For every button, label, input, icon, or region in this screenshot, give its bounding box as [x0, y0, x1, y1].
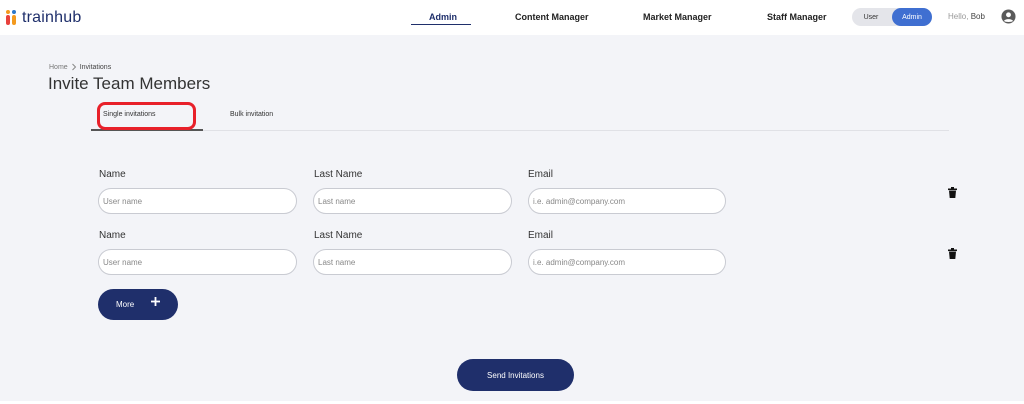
nav-item-admin[interactable]: Admin: [429, 12, 457, 22]
page-title: Invite Team Members: [48, 74, 211, 93]
send-invitations-button[interactable]: Send Invitations: [457, 359, 574, 391]
last-name-input[interactable]: [313, 249, 512, 275]
user-circle-icon[interactable]: [1001, 9, 1016, 24]
nav-item-market-manager[interactable]: Market Manager: [643, 12, 712, 22]
more-button-label: More: [116, 300, 135, 309]
last-name-label: Last Name: [314, 230, 363, 241]
role-toggle-admin[interactable]: Admin: [892, 8, 932, 26]
name-label: Name: [99, 230, 126, 241]
name-label: Name: [99, 169, 126, 180]
more-button[interactable]: More: [98, 289, 178, 320]
breadcrumb-current: Invitations: [79, 63, 112, 71]
trash-icon[interactable]: [948, 187, 957, 198]
email-input[interactable]: [528, 249, 726, 275]
tab-highlight-annotation: [97, 102, 196, 130]
name-input[interactable]: [98, 249, 297, 275]
last-name-label: Last Name: [314, 169, 363, 180]
breadcrumb-home[interactable]: Home: [49, 64, 68, 71]
name-input[interactable]: [98, 188, 297, 214]
email-label: Email: [528, 230, 554, 241]
nav-item-staff-manager[interactable]: Staff Manager: [767, 12, 827, 22]
tabs-divider: [91, 130, 949, 131]
top-navigation-bar: trainhub Admin Content Manager Market Ma…: [0, 0, 1024, 35]
user-greeting: Hello, Bob: [948, 12, 985, 21]
breadcrumb: Home Invitations: [49, 63, 111, 71]
trash-icon[interactable]: [948, 248, 957, 259]
email-input[interactable]: [528, 188, 726, 214]
chevron-right-icon: [71, 63, 76, 71]
logo-text: trainhub: [22, 9, 82, 26]
email-label: Email: [528, 169, 554, 180]
greeting-text: Hello,: [948, 12, 969, 21]
last-name-input[interactable]: [313, 188, 512, 214]
nav-item-content-manager[interactable]: Content Manager: [515, 12, 589, 22]
user-name: Bob: [970, 12, 985, 21]
trainhub-logo[interactable]: trainhub: [6, 9, 81, 27]
role-toggle-user[interactable]: User: [852, 8, 890, 26]
logo-icon: [6, 10, 20, 26]
tab-bulk-invitation[interactable]: Bulk invitation: [230, 111, 273, 118]
role-toggle[interactable]: User Admin: [852, 8, 932, 26]
nav-active-indicator: [411, 24, 471, 25]
plus-icon: [151, 297, 160, 306]
